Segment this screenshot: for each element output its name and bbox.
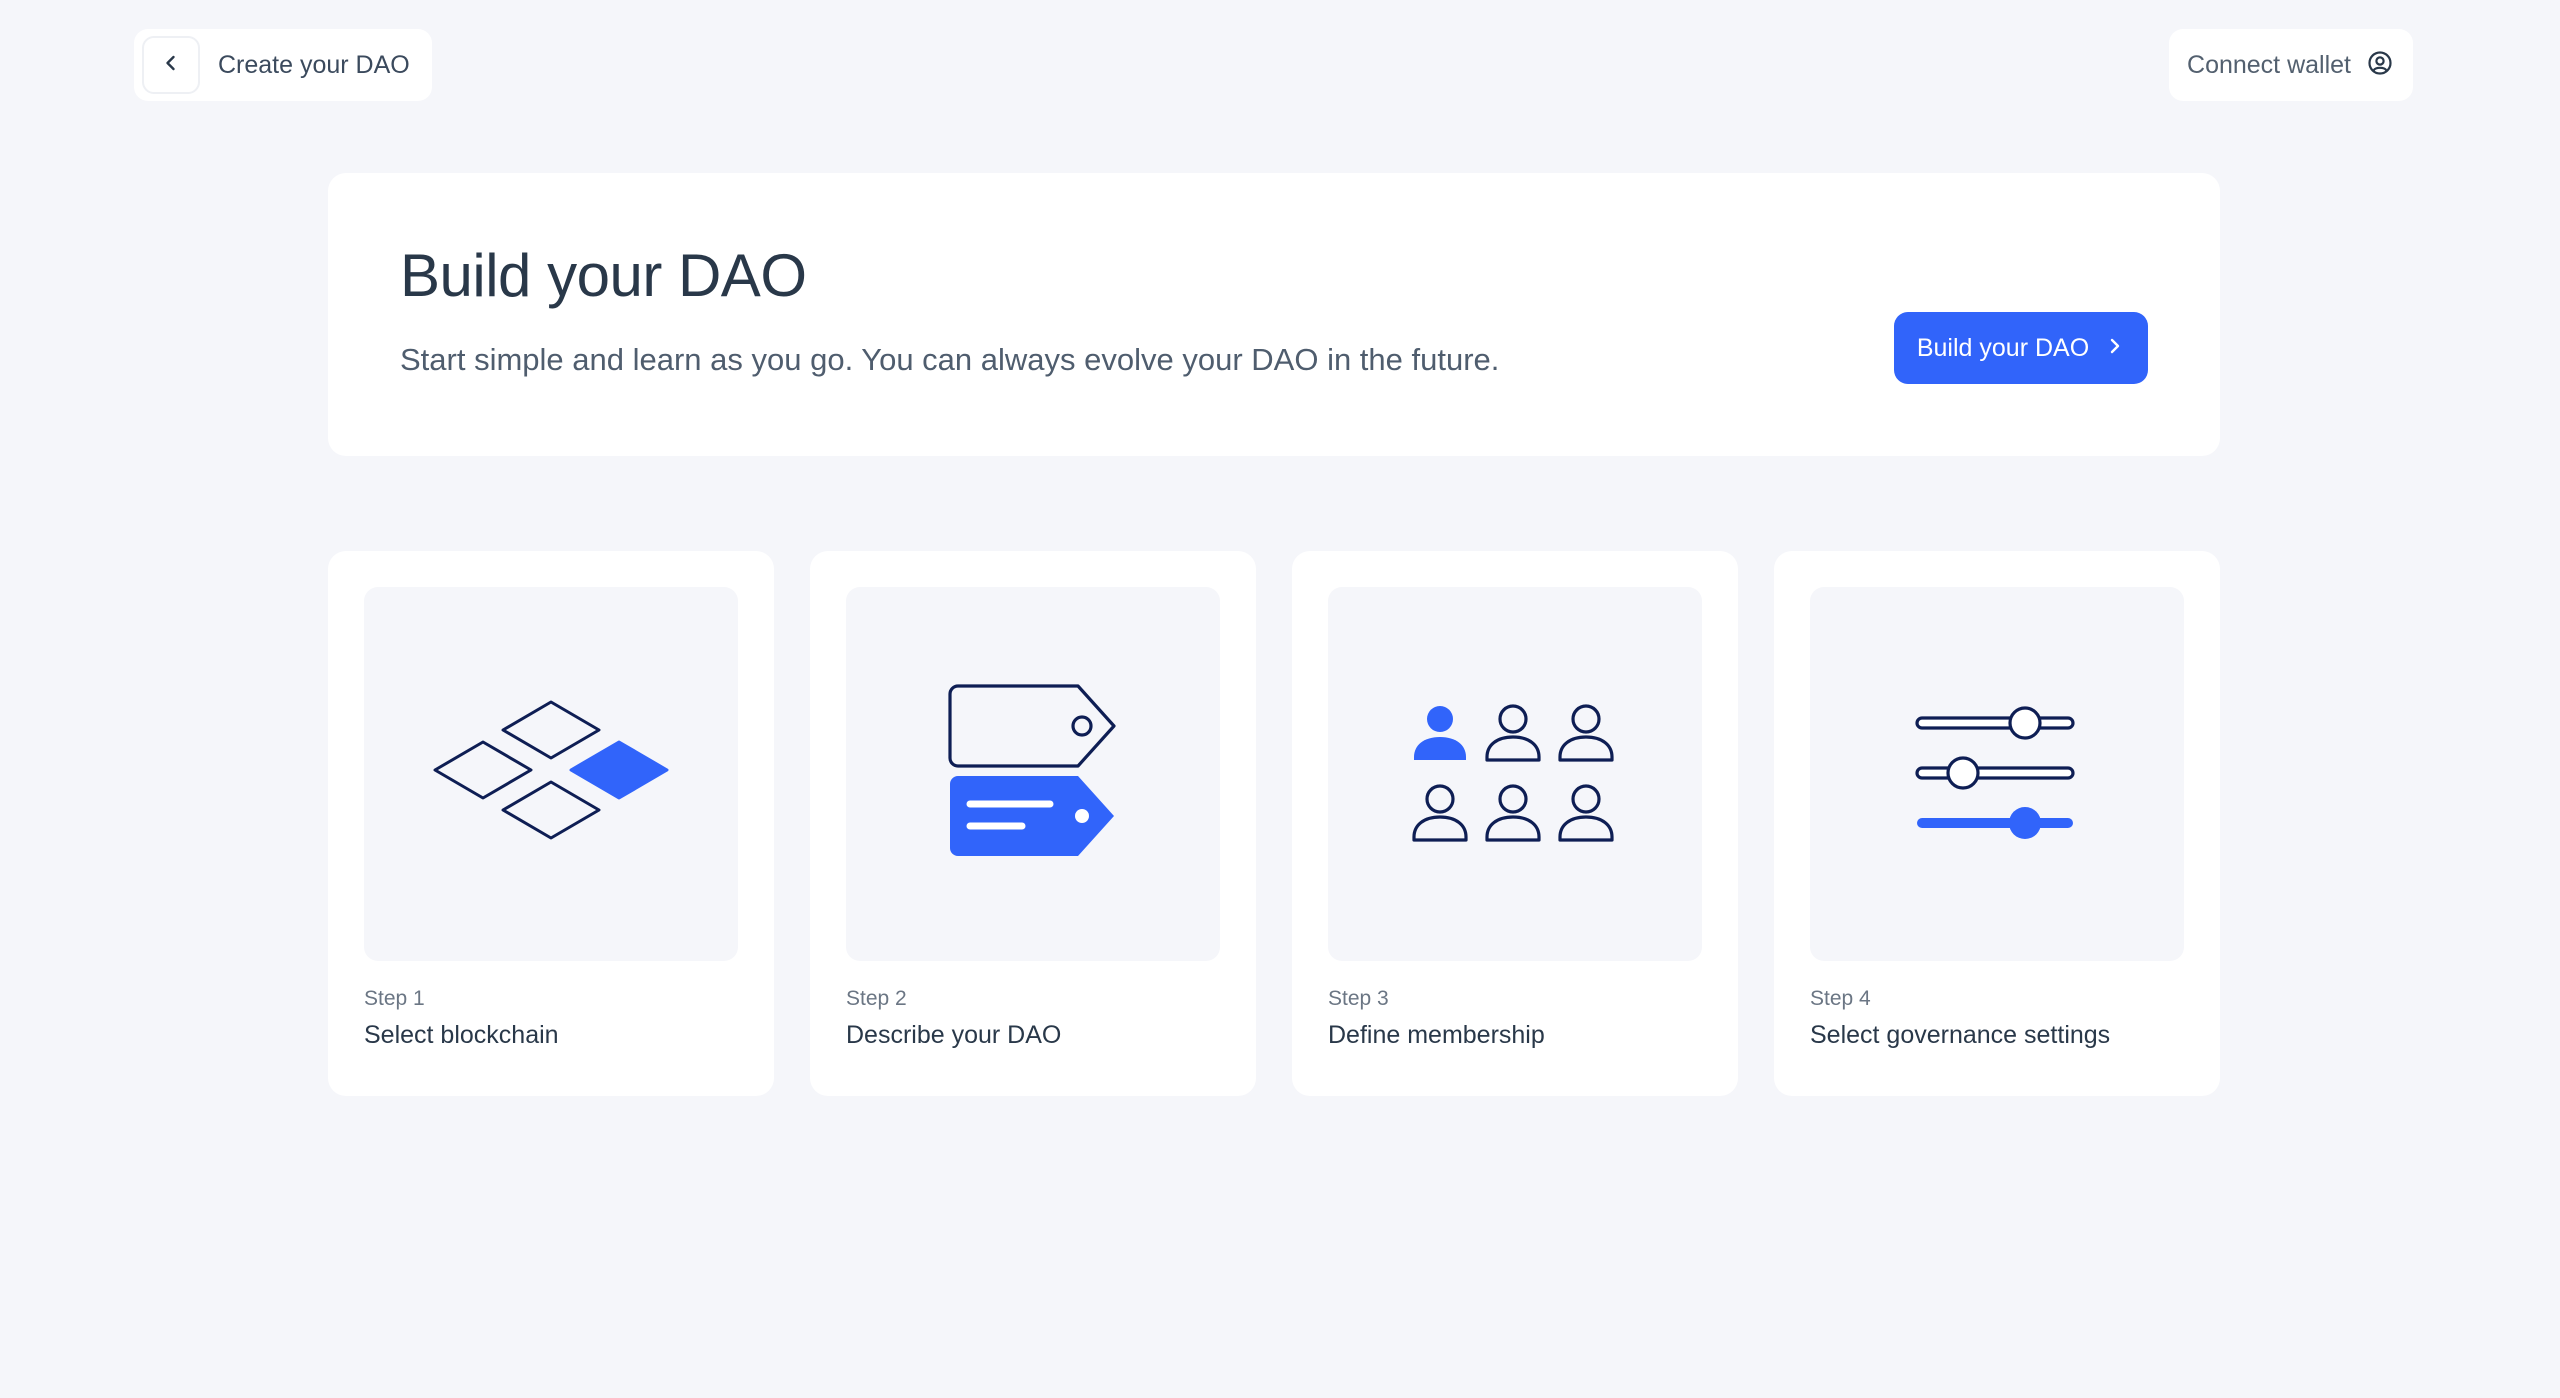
step-card-governance-settings[interactable]: Step 4 Select governance settings	[1774, 551, 2220, 1096]
chevron-right-icon	[2105, 334, 2125, 363]
step-title: Select blockchain	[364, 1021, 559, 1049]
step-number: Step 2	[846, 987, 907, 1010]
build-dao-button[interactable]: Build your DAO	[1894, 312, 2148, 384]
blockchain-icon	[431, 697, 671, 852]
back-button[interactable]	[142, 36, 200, 94]
step-illustration	[846, 587, 1220, 961]
step-number: Step 4	[1810, 987, 1871, 1010]
step-card-select-blockchain[interactable]: Step 1 Select blockchain	[328, 551, 774, 1096]
step-card-define-membership[interactable]: Step 3 Define membership	[1292, 551, 1738, 1096]
step-illustration	[1328, 587, 1702, 961]
step-illustration	[1810, 587, 2184, 961]
steps-list: Step 1 Select blockchain Step 2 Describe…	[328, 551, 2220, 1096]
page-title: Build your DAO	[400, 242, 807, 309]
step-number: Step 3	[1328, 987, 1389, 1010]
step-card-describe-dao[interactable]: Step 2 Describe your DAO	[810, 551, 1256, 1096]
step-title: Define membership	[1328, 1021, 1545, 1049]
members-icon	[1410, 697, 1620, 852]
chevron-left-icon	[160, 52, 182, 79]
connect-wallet-button[interactable]: Connect wallet	[2169, 29, 2413, 101]
step-illustration	[364, 587, 738, 961]
step-title: Describe your DAO	[846, 1021, 1062, 1049]
tags-icon	[948, 683, 1118, 865]
page-subtitle: Start simple and learn as you go. You ca…	[400, 342, 1500, 377]
build-dao-button-label: Build your DAO	[1916, 333, 2090, 362]
breadcrumb-label: Create your DAO	[218, 50, 410, 79]
user-circle-icon	[2367, 50, 2393, 81]
connect-wallet-label: Connect wallet	[2187, 50, 2351, 79]
hero-card: Build your DAO Start simple and learn as…	[328, 173, 2220, 456]
step-number: Step 1	[364, 987, 425, 1010]
sliders-icon	[1915, 702, 2079, 847]
step-title: Select governance settings	[1810, 1021, 2111, 1049]
breadcrumb: Create your DAO	[134, 29, 432, 101]
